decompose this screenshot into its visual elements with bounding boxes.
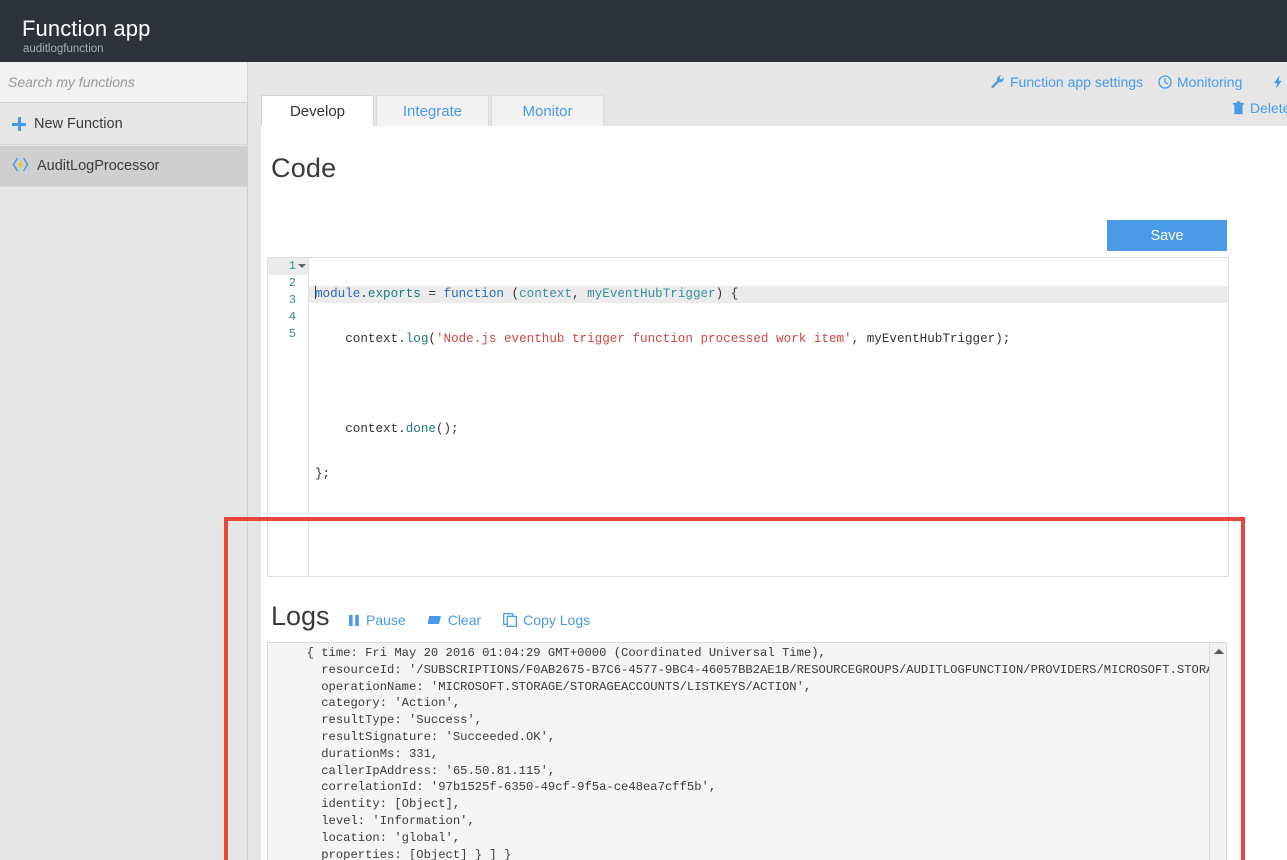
editor-gutter: 1 2 3 4 5 — [268, 258, 309, 576]
tab-monitor[interactable]: Monitor — [491, 95, 604, 126]
command-label: Function app settings — [1010, 74, 1144, 90]
copy-icon — [503, 613, 518, 627]
copy-logs-button[interactable]: Copy Logs — [503, 612, 590, 628]
sidebar-item-new-function[interactable]: New Function — [0, 104, 247, 145]
code-line: context.done(); — [345, 422, 459, 436]
line-number: 5 — [288, 327, 296, 341]
sidebar: New Function AuditLogProcessor New funct… — [0, 62, 248, 860]
tab-integrate[interactable]: Integrate — [376, 95, 489, 126]
page-title: Function app — [22, 16, 151, 41]
sidebar-item-label: AuditLogProcessor — [37, 158, 160, 174]
editor-lines: module.exports = function (context, myEv… — [309, 258, 1228, 576]
clear-icon — [427, 614, 442, 627]
code-line: context.log('Node.js eventhub trigger fu… — [345, 332, 1011, 346]
logs-output-text: { time: Fri May 20 2016 01:04:29 GMT+000… — [306, 646, 1209, 860]
develop-panel: Code Save 1 2 3 4 5 module.exports = fun… — [261, 126, 1287, 860]
logs-command-bar: Pause Clear Copy Logs — [348, 612, 612, 628]
function-app-settings-button[interactable]: Function app settings — [991, 74, 1143, 90]
log-command-label: Copy Logs — [523, 612, 591, 628]
pause-icon — [348, 614, 360, 627]
clear-logs-button[interactable]: Clear — [427, 612, 482, 628]
clock-icon — [1158, 75, 1172, 89]
app-header: Function app auditlogfunction — [0, 0, 1287, 62]
sidebar-item-label: New Function — [34, 116, 123, 132]
pause-logs-button[interactable]: Pause — [348, 612, 406, 628]
command-label: Monitoring — [1177, 74, 1243, 90]
main-content: Function app settings Monitoring Q — [248, 62, 1287, 860]
search-input[interactable] — [6, 73, 236, 91]
code-line: }; — [315, 467, 331, 481]
function-app-page: Function app auditlogfunction New Functi… — [0, 0, 1287, 860]
logs-scrollbar[interactable] — [1209, 643, 1226, 860]
search-container — [0, 62, 247, 103]
logs-output-box[interactable]: { time: Fri May 20 2016 01:04:29 GMT+000… — [267, 642, 1227, 860]
function-bolt-icon — [12, 157, 29, 176]
scroll-up-arrow-icon[interactable] — [1210, 643, 1226, 660]
line-number-label: 1 — [288, 259, 296, 273]
code-line: module.exports = function (context, myEv… — [309, 286, 1228, 303]
bolt-icon — [1273, 75, 1283, 89]
line-number: 3 — [288, 293, 296, 307]
save-button[interactable]: Save — [1107, 220, 1227, 251]
log-command-label: Clear — [447, 612, 482, 628]
tab-bar: Develop Integrate Monitor — [261, 95, 606, 126]
plus-icon — [12, 117, 26, 131]
logs-section-title: Logs — [271, 601, 330, 631]
line-number: 4 — [288, 310, 296, 324]
trash-icon — [1232, 101, 1245, 115]
command-label: Delete — [1250, 100, 1287, 116]
fold-triangle-icon[interactable] — [298, 264, 306, 268]
sidebar-item-auditlogprocessor[interactable]: AuditLogProcessor — [0, 146, 247, 187]
wrench-icon — [991, 75, 1005, 89]
tab-develop[interactable]: Develop — [261, 95, 374, 126]
page-subtitle: auditlogfunction — [23, 43, 104, 55]
monitoring-button[interactable]: Monitoring — [1158, 74, 1242, 90]
line-number: 2 — [288, 276, 296, 290]
delete-button[interactable]: Delete — [1232, 100, 1287, 116]
log-command-label: Pause — [366, 612, 406, 628]
line-number[interactable]: 1 — [268, 258, 308, 275]
keys-button[interactable]: Q — [1273, 74, 1287, 90]
code-editor[interactable]: 1 2 3 4 5 module.exports = function (con… — [267, 257, 1229, 577]
code-section-title: Code — [271, 153, 337, 183]
